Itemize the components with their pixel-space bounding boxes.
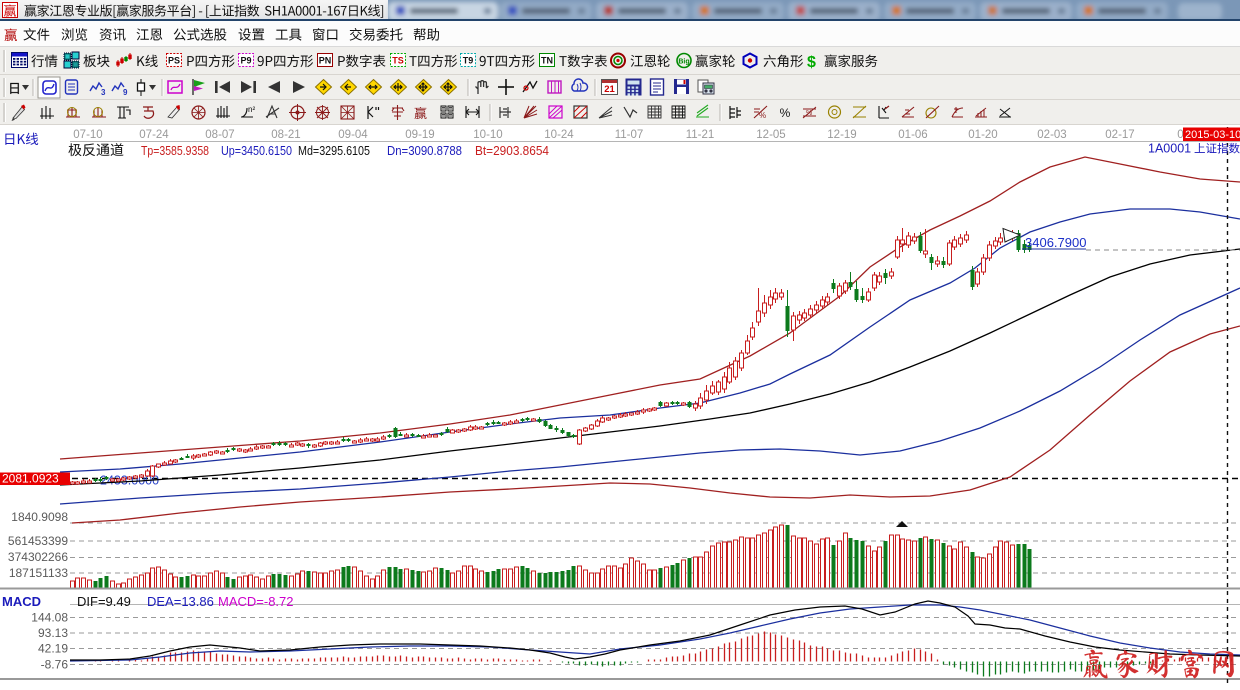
svg-text:1A0001: 1A0001 [1148,142,1191,156]
svg-text:Up=3450.6150: Up=3450.6150 [221,144,292,158]
svg-text:374302266: 374302266 [8,550,68,564]
svg-text:T9: T9 [463,56,474,66]
svg-text:9: 9 [123,88,128,97]
svg-text:MACD: MACD [2,594,41,609]
svg-text:DEA=13.86: DEA=13.86 [147,594,214,609]
svg-text:P9: P9 [240,56,251,66]
svg-text:01-06: 01-06 [898,129,927,141]
svg-text:09-19: 09-19 [405,129,434,141]
svg-text:TN: TN [541,56,553,66]
svg-text:Dn=3090.8788: Dn=3090.8788 [387,144,462,158]
svg-text:%: % [806,110,812,117]
svg-text:Bt=2903.8654: Bt=2903.8654 [475,144,549,158]
svg-text:3406.7900: 3406.7900 [1025,235,1086,250]
svg-text:93.13: 93.13 [38,626,68,640]
svg-text:Big: Big [678,59,689,66]
svg-text:1840.9098: 1840.9098 [11,510,68,524]
svg-text:2081.0923: 2081.0923 [2,472,59,486]
svg-text:561453399: 561453399 [8,534,68,548]
svg-text:2015-03-10: 2015-03-10 [1185,129,1240,141]
svg-text:21: 21 [604,84,615,95]
svg-text:144.08: 144.08 [31,611,68,625]
svg-text:42.19: 42.19 [38,642,68,656]
svg-text:n²: n² [248,105,255,114]
svg-text:12-19: 12-19 [827,129,856,141]
svg-text:10-10: 10-10 [473,129,502,141]
svg-text:07-10: 07-10 [73,129,102,141]
svg-text:02-17: 02-17 [1105,129,1134,141]
svg-text:MACD=-8.72: MACD=-8.72 [218,594,294,609]
svg-text:%: % [780,106,791,120]
svg-text:PN: PN [319,56,332,66]
svg-text:01-20: 01-20 [968,129,997,141]
svg-text:-8.76: -8.76 [41,658,69,672]
svg-text:09-04: 09-04 [338,129,368,141]
svg-text:TS: TS [392,56,404,66]
svg-text:08-07: 08-07 [205,129,234,141]
svg-text:DIF=9.49: DIF=9.49 [77,594,131,609]
svg-text:187151133: 187151133 [9,566,69,580]
svg-text:Md=3295.6105: Md=3295.6105 [298,144,370,158]
svg-text:07-24: 07-24 [139,129,169,141]
svg-text:Tp=3585.9358: Tp=3585.9358 [141,144,209,158]
svg-text:10-24: 10-24 [544,129,574,141]
svg-text:11-07: 11-07 [615,129,644,141]
svg-text:3: 3 [101,88,106,97]
svg-text:PS: PS [168,56,180,66]
svg-text:%: % [759,111,766,120]
svg-text:08-21: 08-21 [271,129,300,141]
svg-text:12-05: 12-05 [756,129,785,141]
svg-text:$: $ [807,54,816,71]
svg-text:11-21: 11-21 [686,129,715,141]
svg-text:02-03: 02-03 [1037,129,1066,141]
